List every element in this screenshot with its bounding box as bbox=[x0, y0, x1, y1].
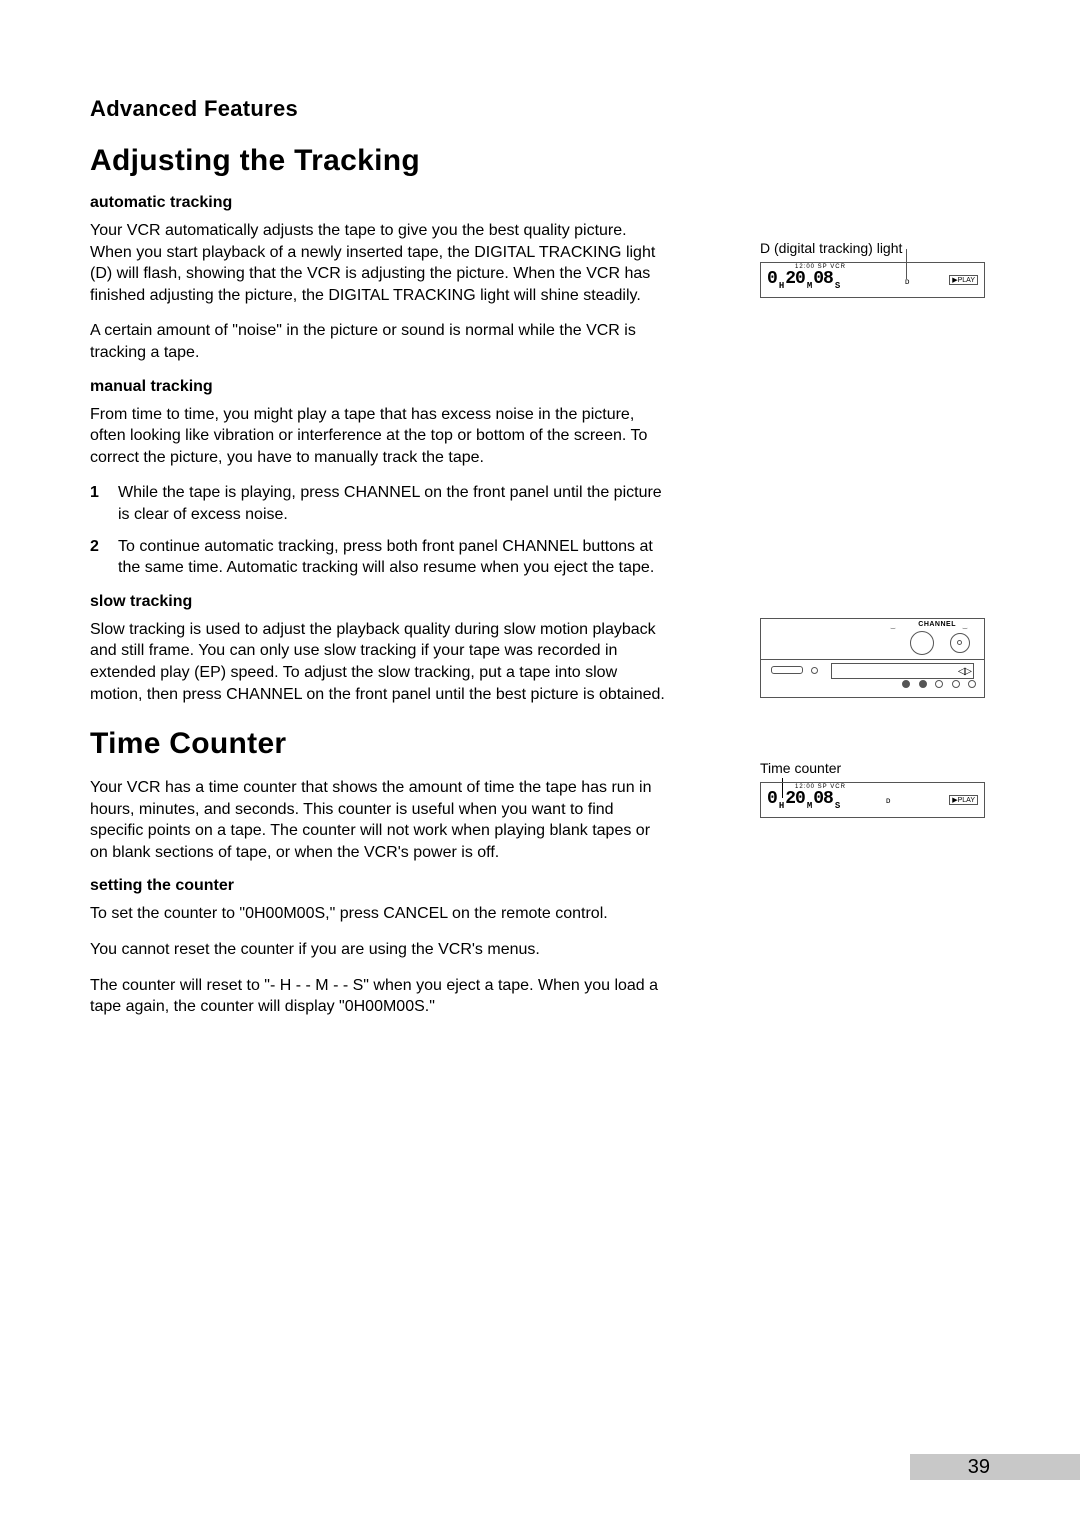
display-main-readout: 0H20M08S bbox=[767, 269, 841, 291]
step-number: 1 bbox=[90, 482, 99, 504]
paragraph: A certain amount of "noise" in the pictu… bbox=[90, 320, 670, 363]
ordered-steps: 1 While the tape is playing, press CHANN… bbox=[90, 482, 670, 578]
play-indicator: ▶PLAY bbox=[949, 795, 978, 805]
arc-right-icon: ⌣ bbox=[962, 623, 978, 634]
panel-divider bbox=[761, 659, 984, 660]
arc-left-icon: ⌣ bbox=[890, 623, 906, 634]
footer-accent-bar bbox=[910, 1454, 1080, 1480]
d-indicator-icon: ᴅ bbox=[905, 277, 909, 286]
paragraph: Slow tracking is used to adjust the play… bbox=[90, 619, 670, 705]
page-number: 39 bbox=[968, 1456, 990, 1479]
figure-column: D (digital tracking) light 12:00 SP VCR … bbox=[760, 240, 990, 858]
channel-knob-icon bbox=[910, 631, 934, 655]
subheading-setting-counter: setting the counter bbox=[90, 877, 990, 895]
channel-label: CHANNEL bbox=[918, 621, 956, 628]
display-main-readout: 0H20M08S bbox=[767, 789, 841, 811]
button-dot-icon bbox=[919, 680, 927, 688]
control-slot-icon bbox=[771, 666, 803, 674]
heading-adjusting-tracking: Adjusting the Tracking bbox=[90, 144, 990, 178]
paragraph: The counter will reset to "- H - - M - -… bbox=[90, 975, 670, 1018]
figure-vcr-front-panel: ⌣ CHANNEL ⌣ ◁ ▷ bbox=[760, 618, 990, 698]
subheading-automatic-tracking: automatic tracking bbox=[90, 194, 990, 212]
button-dot-icon bbox=[902, 680, 910, 688]
figure-label: D (digital tracking) light bbox=[760, 240, 990, 256]
front-buttons bbox=[898, 675, 976, 693]
figure-digital-tracking: D (digital tracking) light 12:00 SP VCR … bbox=[760, 240, 990, 298]
paragraph: Your VCR has a time counter that shows t… bbox=[90, 777, 670, 863]
display-indicators: 12:00 SP VCR bbox=[795, 264, 846, 270]
step-number: 2 bbox=[90, 536, 99, 558]
document-page: Advanced Features Adjusting the Tracking… bbox=[0, 0, 1080, 1528]
paragraph: You cannot reset the counter if you are … bbox=[90, 939, 670, 961]
vcr-display-panel: 12:00 SP VCR 0H20M08S ᴅ ▶PLAY bbox=[760, 262, 985, 298]
step-item: 2 To continue automatic tracking, press … bbox=[90, 536, 670, 579]
button-dot-icon bbox=[968, 680, 976, 688]
button-dot-icon bbox=[952, 680, 960, 688]
paragraph: From time to time, you might play a tape… bbox=[90, 404, 670, 469]
play-indicator: ▶PLAY bbox=[949, 275, 978, 285]
step-text: To continue automatic tracking, press bo… bbox=[118, 538, 654, 577]
display-indicators: 12:00 SP VCR bbox=[795, 784, 846, 790]
power-led-icon bbox=[811, 667, 818, 674]
step-text: While the tape is playing, press CHANNEL… bbox=[118, 484, 662, 523]
callout-line-icon bbox=[906, 249, 907, 279]
vcr-front-panel: ⌣ CHANNEL ⌣ ◁ ▷ bbox=[760, 618, 985, 698]
section-header: Advanced Features bbox=[90, 96, 990, 122]
channel-knob-small-icon bbox=[950, 633, 970, 653]
footer: 39 bbox=[800, 1454, 1080, 1480]
paragraph: To set the counter to "0H00M00S," press … bbox=[90, 903, 670, 925]
figure-time-counter: Time counter 12:00 SP VCR 0H20M08S ᴅ ▶PL… bbox=[760, 760, 990, 818]
button-dot-icon bbox=[935, 680, 943, 688]
paragraph: Your VCR automatically adjusts the tape … bbox=[90, 220, 670, 306]
d-indicator-icon: ᴅ bbox=[886, 796, 890, 805]
figure-label: Time counter bbox=[760, 760, 990, 776]
vcr-display-panel: 12:00 SP VCR 0H20M08S ᴅ ▶PLAY bbox=[760, 782, 985, 818]
step-item: 1 While the tape is playing, press CHANN… bbox=[90, 482, 670, 525]
